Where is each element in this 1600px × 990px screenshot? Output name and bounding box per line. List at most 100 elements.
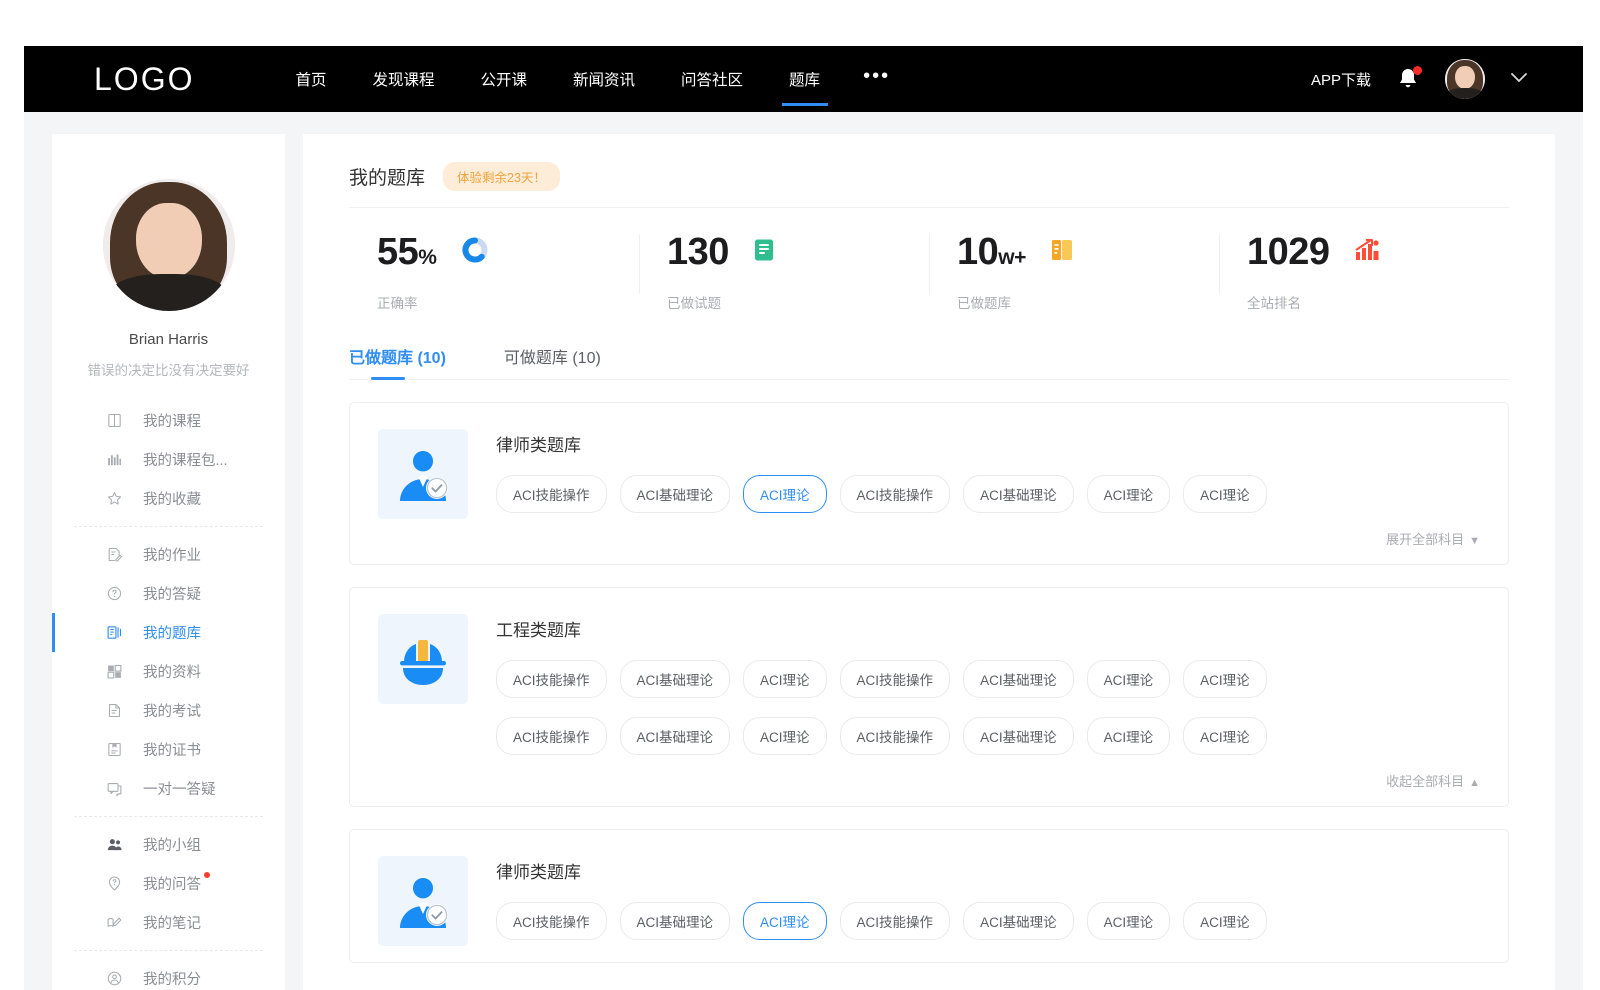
sidebar-item-label: 一对一答疑 <box>143 778 216 799</box>
subject-tag[interactable]: ACI基础理论 <box>620 475 731 513</box>
certificate-icon <box>106 741 123 758</box>
sidebar-item-11[interactable]: 我的问答 <box>52 864 285 903</box>
red-rank-icon <box>1354 238 1380 267</box>
sidebar-item-8[interactable]: 我的证书 <box>52 730 285 769</box>
question-circle-icon <box>106 585 123 602</box>
unread-dot-badge <box>204 872 210 878</box>
orange-book-icon <box>1050 238 1074 267</box>
subject-tag[interactable]: ACI基础理论 <box>963 717 1074 755</box>
subject-tag[interactable]: ACI理论 <box>743 475 827 513</box>
subject-tag[interactable]: ACI理论 <box>1183 660 1267 698</box>
menu-divider <box>74 816 263 817</box>
notifications-bell-icon[interactable] <box>1397 67 1419 91</box>
chat-icon <box>106 780 123 797</box>
stat-card-0: 55%正确率 <box>349 228 639 312</box>
toggle-subjects-link[interactable]: 展开全部科目▼ <box>496 529 1480 548</box>
subject-tag[interactable]: ACI技能操作 <box>496 902 607 940</box>
subject-tag[interactable]: ACI技能操作 <box>496 660 607 698</box>
subject-tag[interactable]: ACI理论 <box>1087 660 1171 698</box>
sidebar-item-6[interactable]: 我的资料 <box>52 652 285 691</box>
subject-tag[interactable]: ACI基础理论 <box>620 902 731 940</box>
sidebar-item-3[interactable]: 我的作业 <box>52 535 285 574</box>
subject-tag[interactable]: ACI技能操作 <box>840 902 951 940</box>
nav-item-1[interactable]: 发现课程 <box>349 46 457 112</box>
sidebar-item-5[interactable]: 我的题库 <box>52 613 285 652</box>
sidebar-item-label: 我的笔记 <box>143 912 201 933</box>
sidebar-item-13[interactable]: 我的积分 <box>52 959 285 990</box>
question-bank-card-0[interactable]: 律师类题库ACI技能操作ACI基础理论ACI理论ACI技能操作ACI基础理论AC… <box>349 402 1509 565</box>
tab-1[interactable]: 可做题库 (10) <box>504 344 601 380</box>
nav-item-2[interactable]: 公开课 <box>458 46 551 112</box>
subject-tag[interactable]: ACI技能操作 <box>840 660 951 698</box>
sidebar-item-0[interactable]: 我的课程 <box>52 401 285 440</box>
chevron-down-icon: ▼ <box>1469 535 1480 547</box>
star-icon <box>106 490 123 507</box>
sidebar-item-10[interactable]: 我的小组 <box>52 825 285 864</box>
more-nav-icon[interactable]: ••• <box>843 46 910 109</box>
subject-tag[interactable]: ACI理论 <box>743 660 827 698</box>
subject-tag[interactable]: ACI理论 <box>1087 902 1171 940</box>
sidebar-item-label: 我的问答 <box>143 873 201 894</box>
trial-status-badge: 体验剩余23天！ <box>443 162 560 191</box>
app-download-link[interactable]: APP下载 <box>1311 69 1371 90</box>
sidebar-item-label: 我的资料 <box>143 661 201 682</box>
sidebar-item-label: 我的课程 <box>143 410 201 431</box>
stat-value: 130 <box>667 233 729 271</box>
sidebar-item-4[interactable]: 我的答疑 <box>52 574 285 613</box>
stat-value: 55% <box>377 233 436 271</box>
nav-item-4[interactable]: 问答社区 <box>658 46 766 112</box>
sidebar-item-12[interactable]: 我的笔记 <box>52 903 285 942</box>
subject-tag[interactable]: ACI理论 <box>1087 475 1171 513</box>
stat-value: 10w+ <box>957 233 1026 271</box>
user-menu-chevron-down-icon[interactable] <box>1511 70 1527 88</box>
nav-item-3[interactable]: 新闻资讯 <box>550 46 658 112</box>
sidebar-item-label: 我的收藏 <box>143 488 201 509</box>
subject-tag[interactable]: ACI基础理论 <box>963 660 1074 698</box>
exam-icon <box>106 702 123 719</box>
tag-row: ACI技能操作 ACI基础理论 ACI理论 ACI技能操作 ACI基础理论 ACI理论 AC… <box>496 717 1480 755</box>
subject-tag[interactable]: ACI理论 <box>1087 717 1171 755</box>
subject-tag[interactable]: ACI技能操作 <box>496 717 607 755</box>
card-title: 工程类题库 <box>496 616 1480 641</box>
panel-header: 我的题库 体验剩余23天！ <box>349 162 1509 208</box>
sidebar-item-label: 我的证书 <box>143 739 201 760</box>
book-icon <box>106 412 123 429</box>
sidebar-item-2[interactable]: 我的收藏 <box>52 479 285 518</box>
subject-tag[interactable]: ACI理论 <box>1183 902 1267 940</box>
nav-item-0[interactable]: 首页 <box>272 46 349 112</box>
subject-tag[interactable]: ACI理论 <box>1183 475 1267 513</box>
stat-label: 已做题库 <box>957 292 1219 312</box>
question-bank-icon <box>106 624 123 641</box>
question-bank-card-1[interactable]: 工程类题库ACI技能操作ACI基础理论ACI理论ACI技能操作ACI基础理论AC… <box>349 587 1509 807</box>
subject-tag[interactable]: ACI理论 <box>743 717 827 755</box>
subject-tag[interactable]: ACI技能操作 <box>840 475 951 513</box>
header-actions: APP下载 <box>1311 59 1527 99</box>
subject-tag[interactable]: ACI技能操作 <box>840 717 951 755</box>
tag-row: ACI技能操作 ACI基础理论 ACI理论 ACI技能操作 ACI基础理论 ACI理论 AC… <box>496 475 1480 513</box>
subject-tag[interactable]: ACI技能操作 <box>496 475 607 513</box>
sidebar-item-label: 我的积分 <box>143 968 201 989</box>
qa-pin-icon <box>106 875 123 892</box>
subject-tag[interactable]: ACI基础理论 <box>963 902 1074 940</box>
subject-tag[interactable]: ACI理论 <box>743 902 827 940</box>
subject-tag[interactable]: ACI基础理论 <box>963 475 1074 513</box>
sidebar-item-7[interactable]: 我的考试 <box>52 691 285 730</box>
user-avatar[interactable] <box>1445 59 1485 99</box>
question-bank-card-2[interactable]: 律师类题库ACI技能操作ACI基础理论ACI理论ACI技能操作ACI基础理论AC… <box>349 829 1509 963</box>
site-logo[interactable]: LOGO <box>94 61 194 98</box>
lawyer-avatar-icon <box>378 429 468 519</box>
sidebar-item-label: 我的考试 <box>143 700 201 721</box>
sidebar-menu: 我的课程我的课程包... 我的收藏我的作业我的答疑我的题库我的资料我的考试我的证书… <box>52 401 285 990</box>
subject-tag[interactable]: ACI理论 <box>1183 717 1267 755</box>
tab-0[interactable]: 已做题库 (10) <box>349 344 446 380</box>
subject-tag[interactable]: ACI基础理论 <box>620 717 731 755</box>
toggle-subjects-link[interactable]: 收起全部科目▲ <box>496 771 1480 790</box>
sidebar-item-1[interactable]: 我的课程包... <box>52 440 285 479</box>
notification-dot <box>1413 66 1422 75</box>
nav-item-5[interactable]: 题库 <box>766 46 843 112</box>
profile-motto: 错误的决定比没有决定要好 <box>52 359 285 379</box>
subject-tag[interactable]: ACI基础理论 <box>620 660 731 698</box>
profile-data-icon <box>106 663 123 680</box>
sidebar-item-9[interactable]: 一对一答疑 <box>52 769 285 808</box>
stat-label: 已做试题 <box>667 292 929 312</box>
